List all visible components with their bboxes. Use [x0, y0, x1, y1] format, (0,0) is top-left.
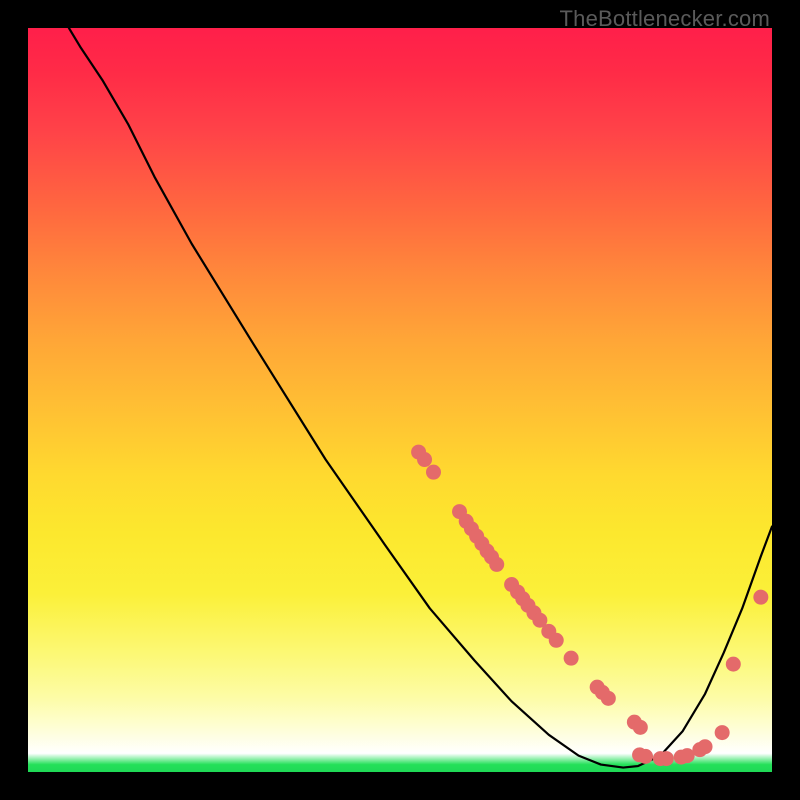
data-point-marker: [426, 465, 441, 480]
data-point-marker: [698, 739, 713, 754]
chart-svg: [28, 28, 772, 772]
chart-plot-area: [28, 28, 772, 772]
data-point-marker: [659, 751, 674, 766]
data-point-marker: [753, 590, 768, 605]
bottleneck-curve: [69, 28, 772, 768]
attribution-label: TheBottlenecker.com: [560, 6, 770, 32]
data-point-marker: [633, 720, 648, 735]
scatter-markers: [411, 445, 768, 767]
data-point-marker: [726, 657, 741, 672]
data-point-marker: [489, 557, 504, 572]
data-point-marker: [549, 633, 564, 648]
data-point-marker: [638, 749, 653, 764]
data-point-marker: [564, 651, 579, 666]
data-point-marker: [715, 725, 730, 740]
data-point-marker: [601, 691, 616, 706]
data-point-marker: [417, 452, 432, 467]
